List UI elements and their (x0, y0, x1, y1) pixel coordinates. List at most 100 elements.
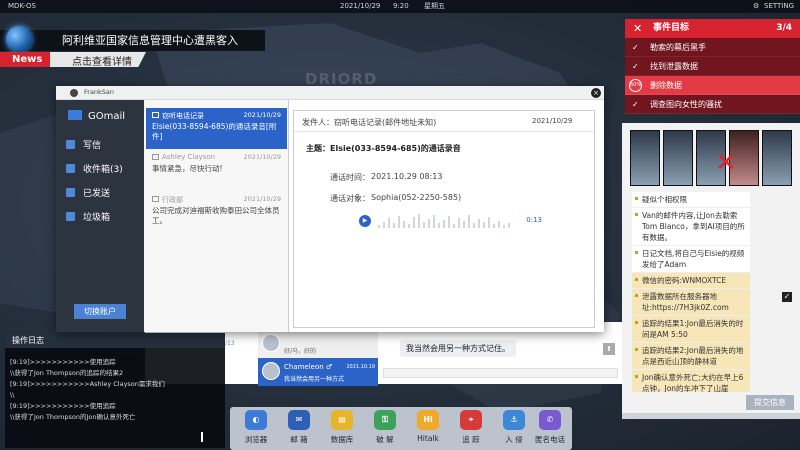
audio-waveform[interactable] (378, 214, 518, 228)
contact-item[interactable]: 好/马，好的 (258, 330, 378, 358)
envelope-icon (68, 110, 82, 120)
clue-item[interactable]: Van的邮件内容,让Jon去勒索Tom Blanco，拿到AI项目的所有数据。 (632, 208, 750, 246)
clue-item[interactable]: Jon确认意外死亡;大约在早上6点钟，Jon的车冲下了山崖 (632, 370, 750, 392)
suspect-portrait[interactable] (630, 130, 660, 186)
database-icon: ▤ (331, 410, 353, 430)
dock-app-intrude[interactable]: ⚓ 入 侵 (494, 410, 534, 450)
dock-app-label: 追 踪 (462, 435, 480, 444)
play-icon[interactable]: ▶ (359, 215, 371, 227)
nav-inbox[interactable]: 收件箱(3) (66, 162, 123, 175)
progress-indicator: 60% (629, 79, 642, 92)
mail-icon (152, 196, 159, 202)
nav-label: 写信 (83, 141, 102, 151)
avatar (262, 362, 280, 380)
globe-icon (6, 26, 32, 52)
app-dock: ◐ 浏览器 ✉ 邮 箱 ▤ 数据库 ⚿ 破 解 Hi Hitalk ⌖ 追 踪 … (230, 407, 572, 450)
contact-name: Chameleon ♂ (284, 363, 333, 371)
account-username: FrankSan (84, 88, 115, 96)
mail-sender: 行政部 (162, 196, 183, 204)
nav-sent[interactable]: 已发送 (66, 186, 110, 199)
news-headline[interactable]: 阿利维亚国家信息管理中心遭黑客入 (62, 32, 238, 48)
dock-app-mail[interactable]: ✉ 邮 箱 (279, 410, 319, 450)
system-date: 2021/10/29 (340, 2, 381, 10)
clue-list: 疑似个相权限 Van的邮件内容,让Jon去勒索Tom Blanco，拿到AI项目… (632, 192, 750, 392)
event-objective-item[interactable]: ✓ 找到泄露数据 (625, 57, 800, 76)
log-line: \\获得了Jon Thompson的追踪的结果2 (10, 369, 124, 377)
clue-item[interactable]: 疑似个相权限 (632, 192, 750, 208)
call-time-value: 2021.10.29 08:13 (371, 172, 443, 181)
event-objectives-header[interactable]: ✕ 事件目标 3/4 (625, 19, 800, 38)
subject-label: 主题： (306, 144, 330, 153)
gomail-logo: GOmail (68, 110, 125, 122)
nav-trash[interactable]: 垃圾箱 (66, 210, 110, 223)
mission-panel-footer (622, 413, 800, 419)
crack-icon: ⚿ (374, 410, 396, 430)
user-icon (70, 89, 78, 97)
gear-icon[interactable]: ⚙ (753, 0, 759, 13)
switch-account-button[interactable]: 切换账户 (74, 304, 126, 319)
dock-app-label: 入 侵 (505, 435, 523, 444)
gomail-logo-text: GOmail (88, 111, 126, 122)
event-objective-label: 勒索的幕后黑手 (650, 43, 706, 52)
nav-compose[interactable]: 写信 (66, 138, 101, 151)
event-objective-label: 调查图向女性的骚扰 (650, 100, 722, 109)
close-window-button[interactable]: × (591, 88, 601, 98)
hitalk-icon: Hi (417, 410, 439, 430)
dock-app-browser[interactable]: ◐ 浏览器 (236, 410, 276, 450)
clue-checkbox[interactable]: ✓ (782, 292, 792, 302)
clue-item[interactable]: 微信的密码:WNMOXTCE (632, 273, 750, 289)
audio-player: ▶ 0:13 (354, 211, 550, 231)
log-line: [9:19]>>>>>>>>>>>Ashley Clayson需求我们 (10, 380, 165, 388)
event-objective-item[interactable]: ✓ 调查图向女性的骚扰 (625, 95, 800, 114)
mail-item[interactable]: 行政部 2021/10/29 公司完成对迪福斯收购泰田公司全体员工。 (146, 192, 287, 233)
dock-app-hitalk[interactable]: Hi Hitalk (408, 410, 448, 450)
dock-app-label: Hitalk (417, 434, 439, 443)
dock-app-database[interactable]: ▤ 数据库 (322, 410, 362, 450)
event-objective-item[interactable]: 60% 删除数据 (625, 76, 800, 95)
mail-list: 窃听电话记录 2021/10/29 Elsie(033-8594-685)的通话… (144, 100, 289, 332)
event-objective-label: 找到泄露数据 (650, 62, 698, 71)
window-title-bar[interactable]: FrankSan (56, 86, 604, 100)
contact-last-message: 好/马，好的 (284, 348, 317, 355)
mail-date: 2021/10/29 (243, 153, 281, 161)
mail-item[interactable]: 窃听电话记录 2021/10/29 Elsie(033-8594-685)的通话… (146, 108, 287, 149)
divider (294, 131, 594, 132)
event-objective-item[interactable]: ✓ 勒索的幕后黑手 (625, 38, 800, 57)
news-tag: News (0, 52, 50, 67)
dock-app-label: 匿名电话 (535, 435, 565, 444)
dock-app-anonymous-call[interactable]: ✆ 匿名电话 (530, 410, 570, 450)
event-objective-label: 删除数据 (650, 81, 682, 90)
dock-app-crack[interactable]: ⚿ 破 解 (365, 410, 405, 450)
clue-item[interactable]: 日记文档,将自己与Elsie的视频发给了Adam (632, 246, 750, 273)
chat-input[interactable] (383, 368, 618, 378)
call-time-label: 通话时间： (330, 173, 370, 182)
mail-icon (152, 154, 159, 160)
contact-item[interactable]: Chameleon ♂ 2021.10.19 我当然会用另一种方式 (258, 358, 378, 386)
check-icon: ✓ (632, 62, 639, 71)
suspect-portrait[interactable] (663, 130, 693, 186)
suspect-portrait[interactable] (762, 130, 792, 186)
settings-button[interactable]: SETTING (764, 0, 794, 13)
os-name: MDK-OS (8, 2, 36, 10)
clue-item[interactable]: 追踪的结果2:Jon最后消失的地点是西近山顶的静林道 (632, 343, 750, 370)
news-details-link[interactable]: 点击查看详情 (72, 53, 132, 68)
submit-info-button[interactable]: 提交信息 (746, 395, 794, 410)
subject-value: Elsie(033-8594-685)的通话录音 (330, 144, 461, 153)
mail-item[interactable]: Ashley Clayson 2021/10/29 事情紧急，尽快行动! (146, 150, 287, 191)
check-icon: ✓ (632, 100, 639, 109)
dock-app-track[interactable]: ⌖ 追 踪 (451, 410, 491, 450)
scroll-down-icon[interactable]: ⬆ (603, 343, 615, 355)
close-icon[interactable]: ✕ (633, 19, 642, 38)
clue-item[interactable]: 泄露数据所在服务器地址:https://7H3jk0Z.com (632, 289, 750, 316)
mail-detail-date: 2021/10/29 (532, 117, 573, 125)
mail-preview: 公司完成对迪福斯收购泰田公司全体员工。 (152, 206, 280, 225)
compose-icon (66, 140, 75, 149)
mail-sender: 窃听电话记录 (162, 112, 204, 120)
text-cursor (201, 432, 203, 442)
browser-icon: ◐ (245, 410, 267, 430)
avatar (262, 334, 280, 352)
audio-duration: 0:13 (526, 216, 542, 224)
sender-label: 发件人： (302, 118, 334, 127)
dock-app-label: 数据库 (330, 435, 354, 444)
clue-item[interactable]: 追踪的结果1:Jon最后消失的时间是AM 5:50 (632, 316, 750, 343)
